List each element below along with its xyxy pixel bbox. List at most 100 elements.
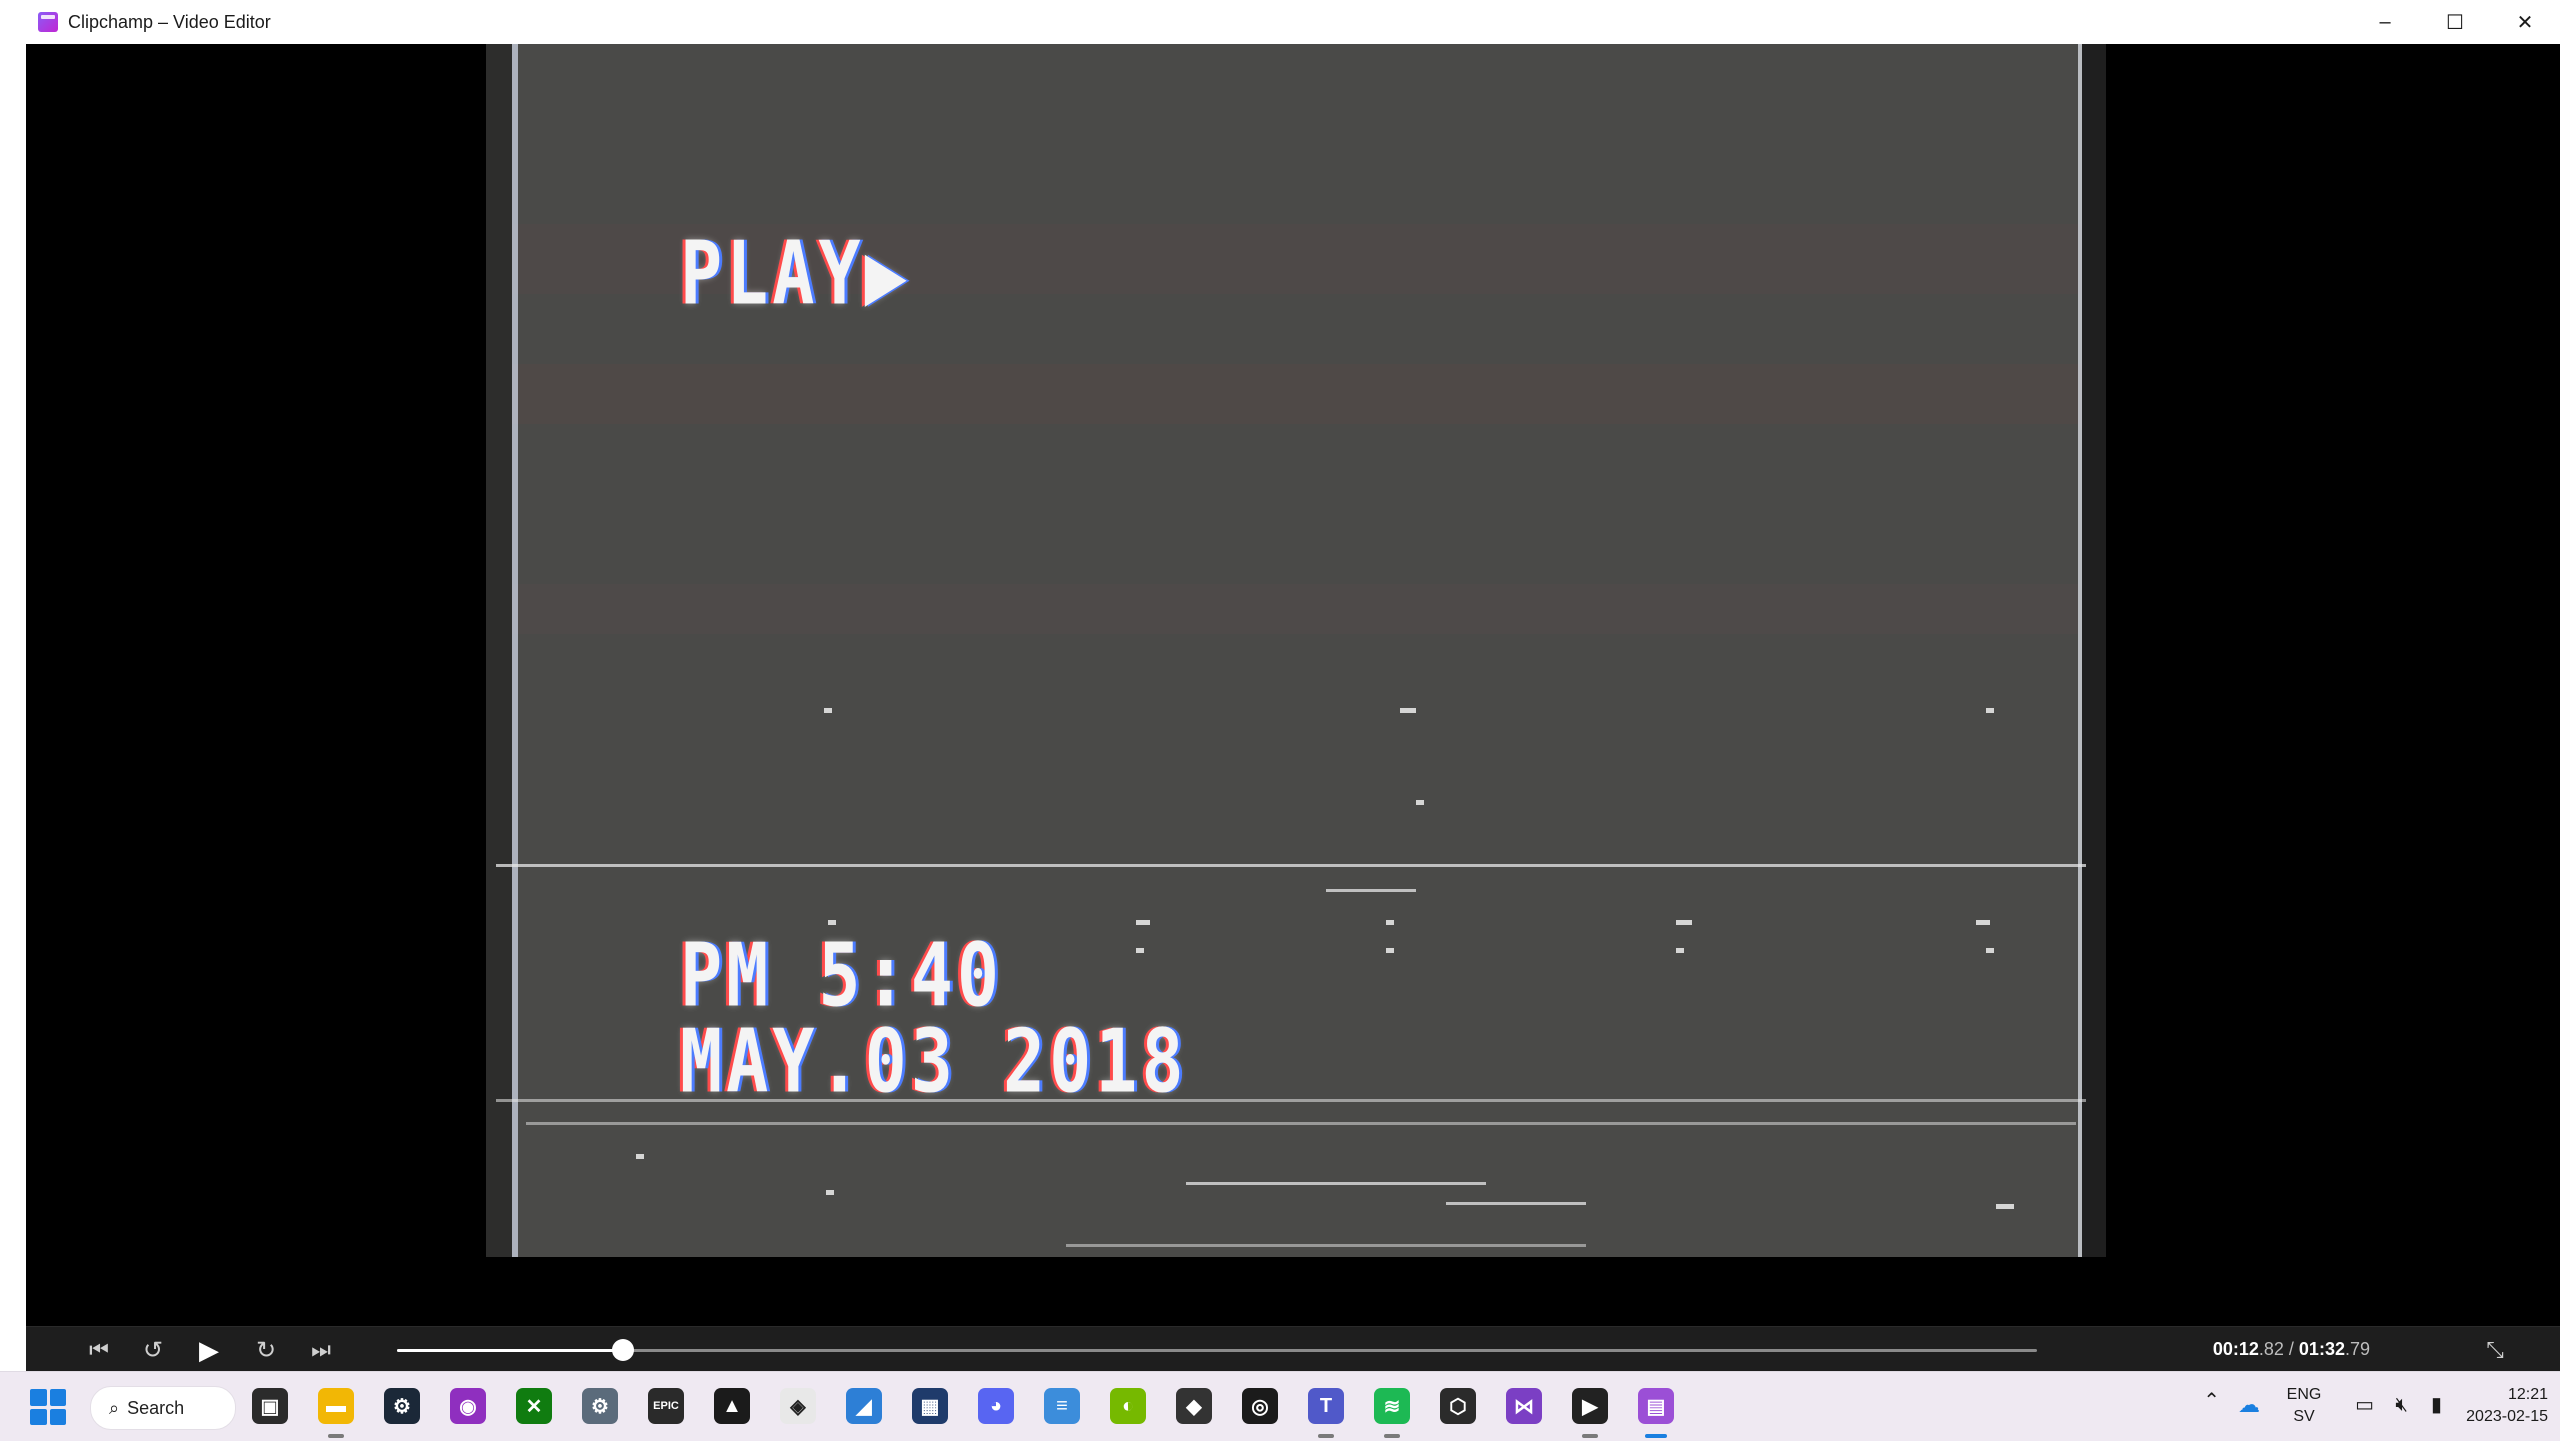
video-edge-left-glow: [512, 44, 518, 1257]
skip-forward-icon[interactable]: ⏭: [306, 1335, 336, 1365]
noise-line: [496, 864, 2086, 867]
total-time-fraction: .79: [2344, 1339, 2370, 1359]
noise-dot: [1136, 948, 1144, 953]
xbox-icon[interactable]: ✕: [516, 1388, 552, 1424]
task-view-icon[interactable]: ▣: [252, 1388, 288, 1424]
app-purple-icon[interactable]: ◉: [450, 1388, 486, 1424]
epic-games-icon[interactable]: EPIC: [648, 1388, 684, 1424]
noise-dot: [1986, 708, 1994, 713]
noise-line: [1186, 1182, 1486, 1185]
clock-date: 2023-02-15: [2466, 1408, 2548, 1425]
network-icon[interactable]: ▭: [2355, 1394, 2374, 1416]
noise-dot: [1400, 708, 1416, 713]
video-edge-right: [2082, 44, 2106, 1257]
playback-bar: ⏮ ↺ ▶ ↻ ⏭ 00:12.82 / 01:32.79 ⤡: [26, 1326, 2560, 1372]
noise-line: [1326, 889, 1416, 892]
noise-dot: [1676, 948, 1684, 953]
onedrive-icon[interactable]: ☁: [2238, 1394, 2260, 1416]
uplay-icon[interactable]: ◎: [1242, 1388, 1278, 1424]
unity-icon[interactable]: ⬡: [1440, 1388, 1476, 1424]
paint-app-icon[interactable]: ◢: [846, 1388, 882, 1424]
language-bottom: SV: [2293, 1408, 2315, 1425]
close-button[interactable]: ✕: [2490, 0, 2560, 44]
running-indicator: [1318, 1434, 1334, 1438]
window-title: Clipchamp – Video Editor: [68, 11, 271, 32]
noise-dot: [1976, 920, 1990, 925]
teams-icon[interactable]: T: [1308, 1388, 1344, 1424]
current-time-fraction: .82: [2258, 1339, 2284, 1359]
nvidia-icon[interactable]: ◐: [1110, 1388, 1146, 1424]
rewind-5-icon[interactable]: ↺: [138, 1335, 168, 1365]
play-icon[interactable]: ▶: [194, 1335, 224, 1365]
noise-dot: [1416, 800, 1424, 805]
chevron-up-icon[interactable]: ⌃: [2203, 1390, 2220, 1412]
noise-dot: [1986, 948, 1994, 953]
video-app-icon[interactable]: ▦: [912, 1388, 948, 1424]
unity-hub-icon[interactable]: ◈: [780, 1388, 816, 1424]
noise-dot: [1136, 920, 1150, 925]
visual-studio-icon[interactable]: ⋈: [1506, 1388, 1542, 1424]
skip-back-icon[interactable]: ⏮: [84, 1335, 114, 1365]
spotify-icon[interactable]: ≋: [1374, 1388, 1410, 1424]
running-indicator: [1384, 1434, 1400, 1438]
battery-icon[interactable]: ▮: [2431, 1394, 2442, 1416]
running-indicator: [1645, 1434, 1667, 1438]
vhs-date-overlay: MAY.03 2018: [680, 1010, 1188, 1113]
settings-icon[interactable]: ⚙: [582, 1388, 618, 1424]
clock-time: 12:21: [2507, 1386, 2548, 1403]
timecode: 00:12.82 / 01:32.79: [2213, 1339, 2370, 1360]
noise-dot: [636, 1154, 644, 1159]
current-time: 00:12: [2212, 1339, 2259, 1359]
clock[interactable]: 12:21 2023-02-15: [2456, 1384, 2548, 1428]
steam-icon[interactable]: ⚙: [384, 1388, 420, 1424]
start-logo-tile: [30, 1389, 47, 1406]
language-top: ENG: [2286, 1386, 2322, 1403]
running-indicator: [328, 1434, 344, 1438]
file-explorer-icon[interactable]: ▬: [318, 1388, 354, 1424]
inkscape-icon[interactable]: ◆: [1176, 1388, 1212, 1424]
noise-dot: [828, 920, 836, 925]
vhs-play-overlay: PLAY▶: [680, 222, 911, 325]
discord-icon[interactable]: ◕: [978, 1388, 1014, 1424]
search-icon: ⌕: [109, 1397, 120, 1418]
noise-dot: [1996, 1204, 2014, 1209]
noise-dot: [1386, 920, 1394, 925]
total-time: 01:32: [2298, 1339, 2345, 1359]
media-player-icon[interactable]: ▶: [1572, 1388, 1608, 1424]
noise-line: [496, 1099, 2086, 1102]
start-logo-tile: [49, 1408, 66, 1425]
noise-dot: [826, 1190, 834, 1195]
noise-dot: [1676, 920, 1692, 925]
nvidia-app-icon[interactable]: ▲: [714, 1388, 750, 1424]
noise-dot: [1386, 948, 1394, 953]
start-logo-tile: [30, 1408, 47, 1425]
seek-bar-thumb[interactable]: [612, 1339, 635, 1361]
running-indicator: [1582, 1434, 1598, 1438]
seek-bar[interactable]: [397, 1339, 2037, 1361]
noise-line: [1446, 1202, 1586, 1205]
notepad-icon[interactable]: ≡: [1044, 1388, 1080, 1424]
search-label: Search: [127, 1397, 185, 1418]
minimize-button[interactable]: –: [2350, 0, 2420, 44]
noise-line: [1066, 1244, 1586, 1247]
exit-fullscreen-icon[interactable]: ⤡: [2480, 1335, 2510, 1365]
start-logo-tile: [49, 1389, 66, 1406]
clipchamp-icon[interactable]: ▤: [1638, 1388, 1674, 1424]
start-button[interactable]: [30, 1389, 66, 1425]
noise-line: [526, 1122, 2076, 1125]
forward-5-icon[interactable]: ↻: [251, 1335, 281, 1365]
taskbar-search[interactable]: ⌕ Search: [90, 1386, 236, 1430]
noise-dot: [824, 708, 832, 713]
time-separator: /: [2283, 1339, 2299, 1359]
player-window: PLAY▶ PM 5:40 MAY.03 2018 ⏮ ↺ ▶ ↻ ⏭ 00:1…: [26, 44, 2560, 1372]
video-edge-left: [486, 44, 512, 1257]
taskbar: ⌕ Search ⌃ ☁ ENG SV ▭ 🔇︎ ▮ 12:21 2023-02…: [0, 1371, 2560, 1441]
maximize-button[interactable]: ☐: [2420, 0, 2490, 44]
desktop-edge: [0, 0, 26, 1371]
clipchamp-icon: [38, 12, 58, 32]
video-frame[interactable]: PLAY▶ PM 5:40 MAY.03 2018: [486, 44, 2106, 1257]
volume-muted-icon[interactable]: 🔇︎: [2395, 1394, 2408, 1416]
language-indicator[interactable]: ENG SV: [2282, 1384, 2326, 1428]
title-bar: Clipchamp – Video Editor – ☐ ✕: [26, 0, 2560, 44]
video-edge-right-glow: [2078, 44, 2082, 1257]
